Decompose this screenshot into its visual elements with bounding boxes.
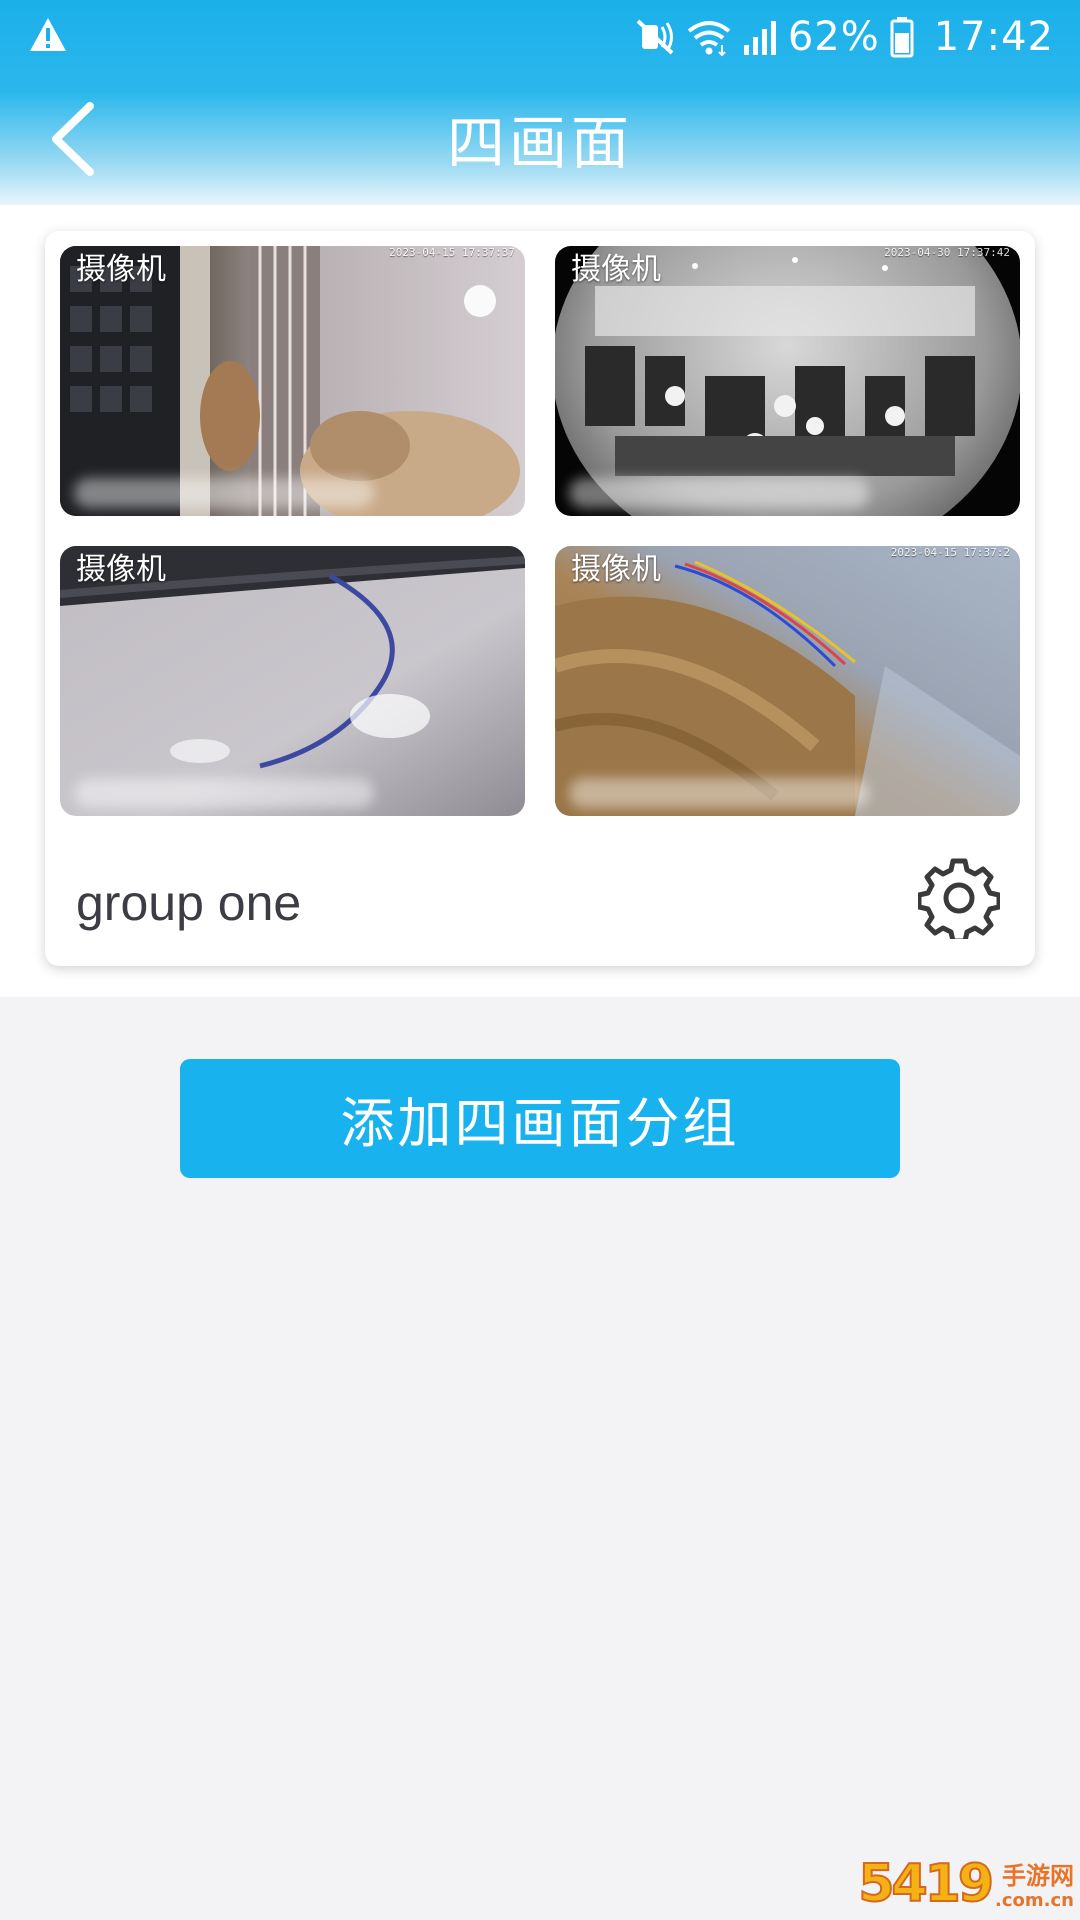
camera-label: 摄像机 <box>76 552 166 587</box>
camera-caption-blur <box>74 478 374 508</box>
group-settings-button[interactable] <box>918 857 1000 939</box>
watermark-name: 手游网 <box>1002 1862 1074 1890</box>
status-clock: 17:42 <box>933 14 1054 60</box>
group-card[interactable]: 摄像机 2023-04-15 17:37:37 摄像机 2023-04-30 1… <box>45 231 1035 966</box>
site-watermark: 5419 手游网 .com.cn <box>857 1854 1074 1914</box>
camera-timestamp: 2023-04-15 17:37:37 <box>389 246 515 259</box>
signal-icon <box>743 21 776 55</box>
page-title: 四画面 <box>446 109 633 177</box>
battery-percent: 62% <box>787 14 880 60</box>
group-name: group one <box>76 875 302 931</box>
camera-tile-3[interactable]: 摄像机 <box>60 546 525 816</box>
status-right-group: 62% 17:42 <box>634 12 1054 62</box>
camera-label: 摄像机 <box>76 252 166 287</box>
battery-icon <box>890 17 914 58</box>
watermark-site: .com.cn <box>995 1890 1074 1911</box>
camera-timestamp: 2023-04-30 17:37:42 <box>884 246 1010 259</box>
camera-timestamp: 2023-04-15 17:37:2 <box>890 546 1010 559</box>
app-header: 62% 17:42 四画面 <box>0 0 1080 205</box>
mute-icon <box>636 19 674 55</box>
status-bar: 62% 17:42 <box>0 0 1080 72</box>
camera-label: 摄像机 <box>571 252 661 287</box>
wifi-icon <box>687 21 731 57</box>
watermark-logo: 5419 <box>857 1854 995 1914</box>
camera-tile-4[interactable]: 摄像机 2023-04-15 17:37:2 <box>555 546 1020 816</box>
group-list: 摄像机 2023-04-15 17:37:37 摄像机 2023-04-30 1… <box>0 205 1080 997</box>
camera-caption-blur <box>74 778 374 808</box>
warning-icon <box>30 18 66 51</box>
camera-caption-blur <box>569 478 869 508</box>
camera-tile-2[interactable]: 摄像机 2023-04-30 17:37:42 <box>555 246 1020 516</box>
camera-tile-1[interactable]: 摄像机 2023-04-15 17:37:37 <box>60 246 525 516</box>
camera-caption-blur <box>569 778 869 808</box>
camera-label: 摄像机 <box>571 552 661 587</box>
watermark-text: 手游网 .com.cn <box>995 1862 1074 1912</box>
gear-icon <box>918 858 1000 939</box>
add-quad-group-button[interactable]: 添加四画面分组 <box>180 1059 900 1178</box>
